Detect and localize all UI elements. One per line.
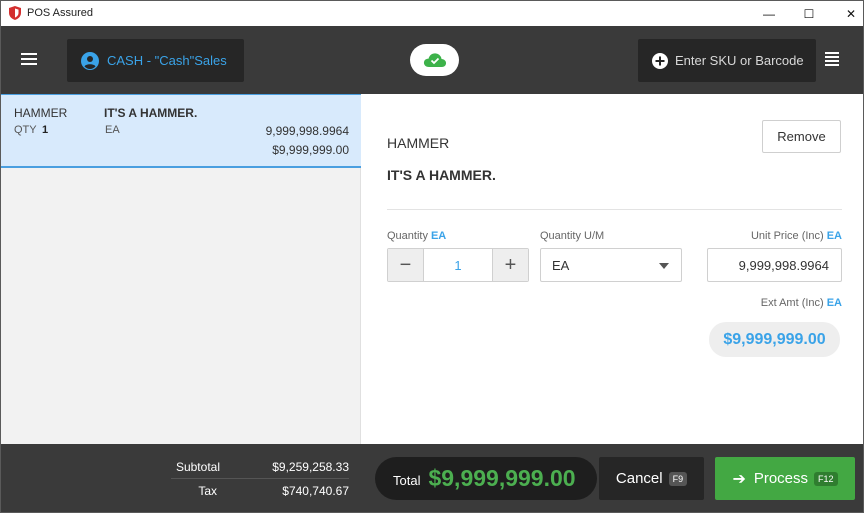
- remove-button[interactable]: Remove: [762, 120, 841, 153]
- window-title: POS Assured: [27, 7, 94, 19]
- top-toolbar: CASH - "Cash"Sales Enter SKU or Barcode: [1, 26, 863, 94]
- minimize-button[interactable]: —: [747, 1, 791, 26]
- summary-divider: [171, 478, 349, 479]
- item-unit-price: 9,999,998.9964: [265, 124, 349, 138]
- quantity-input[interactable]: 1: [423, 249, 493, 281]
- maximize-icon: ☐: [803, 6, 815, 21]
- uom-selected-value: EA: [552, 257, 570, 273]
- minus-icon: −: [399, 253, 412, 276]
- unit-price-label: Unit Price (Inc) EA: [750, 230, 842, 242]
- cart-line-item[interactable]: HAMMER IT'S A HAMMER. QTY 1 EA 9,999,998…: [1, 94, 361, 168]
- quantity-uom-tag: EA: [430, 230, 447, 242]
- cancel-shortcut-badge: F9: [668, 471, 688, 486]
- sku-placeholder: Enter SKU or Barcode: [675, 53, 804, 68]
- list-icon: [825, 52, 839, 54]
- total-display: Total $9,999,999.00: [375, 457, 597, 500]
- unit-price-input[interactable]: 9,999,998.9964: [707, 248, 842, 282]
- item-qty-label: QTY: [14, 124, 37, 136]
- tax-value: $740,740.67: [282, 484, 349, 498]
- cancel-label: Cancel: [615, 470, 663, 487]
- minimize-icon: —: [763, 6, 775, 21]
- item-ext-amount: $9,999,999.00: [272, 143, 349, 157]
- hamburger-icon: [21, 53, 37, 55]
- sku-barcode-button[interactable]: Enter SKU or Barcode: [638, 39, 816, 82]
- cart-panel: HAMMER IT'S A HAMMER. QTY 1 EA 9,999,998…: [1, 94, 361, 444]
- unit-price-uom-tag: EA: [826, 230, 842, 242]
- subtotal-label: Subtotal: [175, 460, 220, 474]
- increment-button[interactable]: +: [493, 249, 528, 281]
- ext-amount-value: $9,999,999.00: [709, 322, 840, 357]
- process-label: Process: [753, 470, 809, 487]
- item-name: HAMMER: [14, 106, 68, 120]
- quantity-label: Quantity EA: [387, 230, 447, 242]
- maximize-button[interactable]: ☐: [787, 1, 831, 26]
- ext-amt-uom-tag: EA: [826, 297, 842, 309]
- hamburger-menu-button[interactable]: [21, 50, 49, 72]
- uom-label: Quantity U/M: [540, 230, 605, 242]
- sync-status-button[interactable]: [410, 44, 459, 76]
- options-menu-button[interactable]: [825, 50, 849, 72]
- plus-icon: +: [504, 253, 517, 276]
- process-button[interactable]: ➔ Process F12: [715, 457, 855, 500]
- tax-label: Tax: [198, 484, 217, 498]
- subtotal-value: $9,259,258.33: [272, 460, 349, 474]
- ext-amt-label: Ext Amt (Inc) EA: [760, 297, 842, 309]
- shield-logo-icon: [9, 6, 21, 20]
- total-label: Total: [393, 473, 421, 488]
- chevron-down-icon: [659, 263, 669, 269]
- item-description: IT'S A HAMMER.: [104, 106, 198, 120]
- close-button[interactable]: ✕: [829, 1, 864, 26]
- detail-item-description: IT'S A HAMMER.: [387, 167, 496, 183]
- process-shortcut-badge: F12: [814, 471, 838, 486]
- quantity-stepper: − 1 +: [387, 248, 529, 282]
- cancel-button[interactable]: Cancel F9: [599, 457, 704, 500]
- user-circle-icon: [81, 51, 99, 70]
- footer-bar: Subtotal $9,259,258.33 Tax $740,740.67 T…: [1, 444, 863, 512]
- customer-label: CASH - "Cash"Sales: [107, 53, 227, 68]
- detail-item-name: HAMMER: [387, 135, 450, 151]
- item-uom: EA: [105, 124, 120, 136]
- item-qty: 1: [42, 124, 49, 136]
- arrow-right-icon: ➔: [732, 470, 746, 488]
- uom-dropdown[interactable]: EA: [540, 248, 682, 282]
- plus-circle-icon: [652, 52, 668, 69]
- customer-select-button[interactable]: CASH - "Cash"Sales: [67, 39, 244, 82]
- divider: [387, 209, 842, 210]
- total-value: $9,999,999.00: [428, 465, 576, 491]
- item-detail-panel: HAMMER IT'S A HAMMER. Remove Quantity EA …: [362, 94, 863, 444]
- title-bar: POS Assured — ☐ ✕: [0, 0, 864, 26]
- close-icon: ✕: [845, 6, 857, 21]
- decrement-button[interactable]: −: [388, 249, 423, 281]
- cloud-check-icon: [423, 53, 446, 67]
